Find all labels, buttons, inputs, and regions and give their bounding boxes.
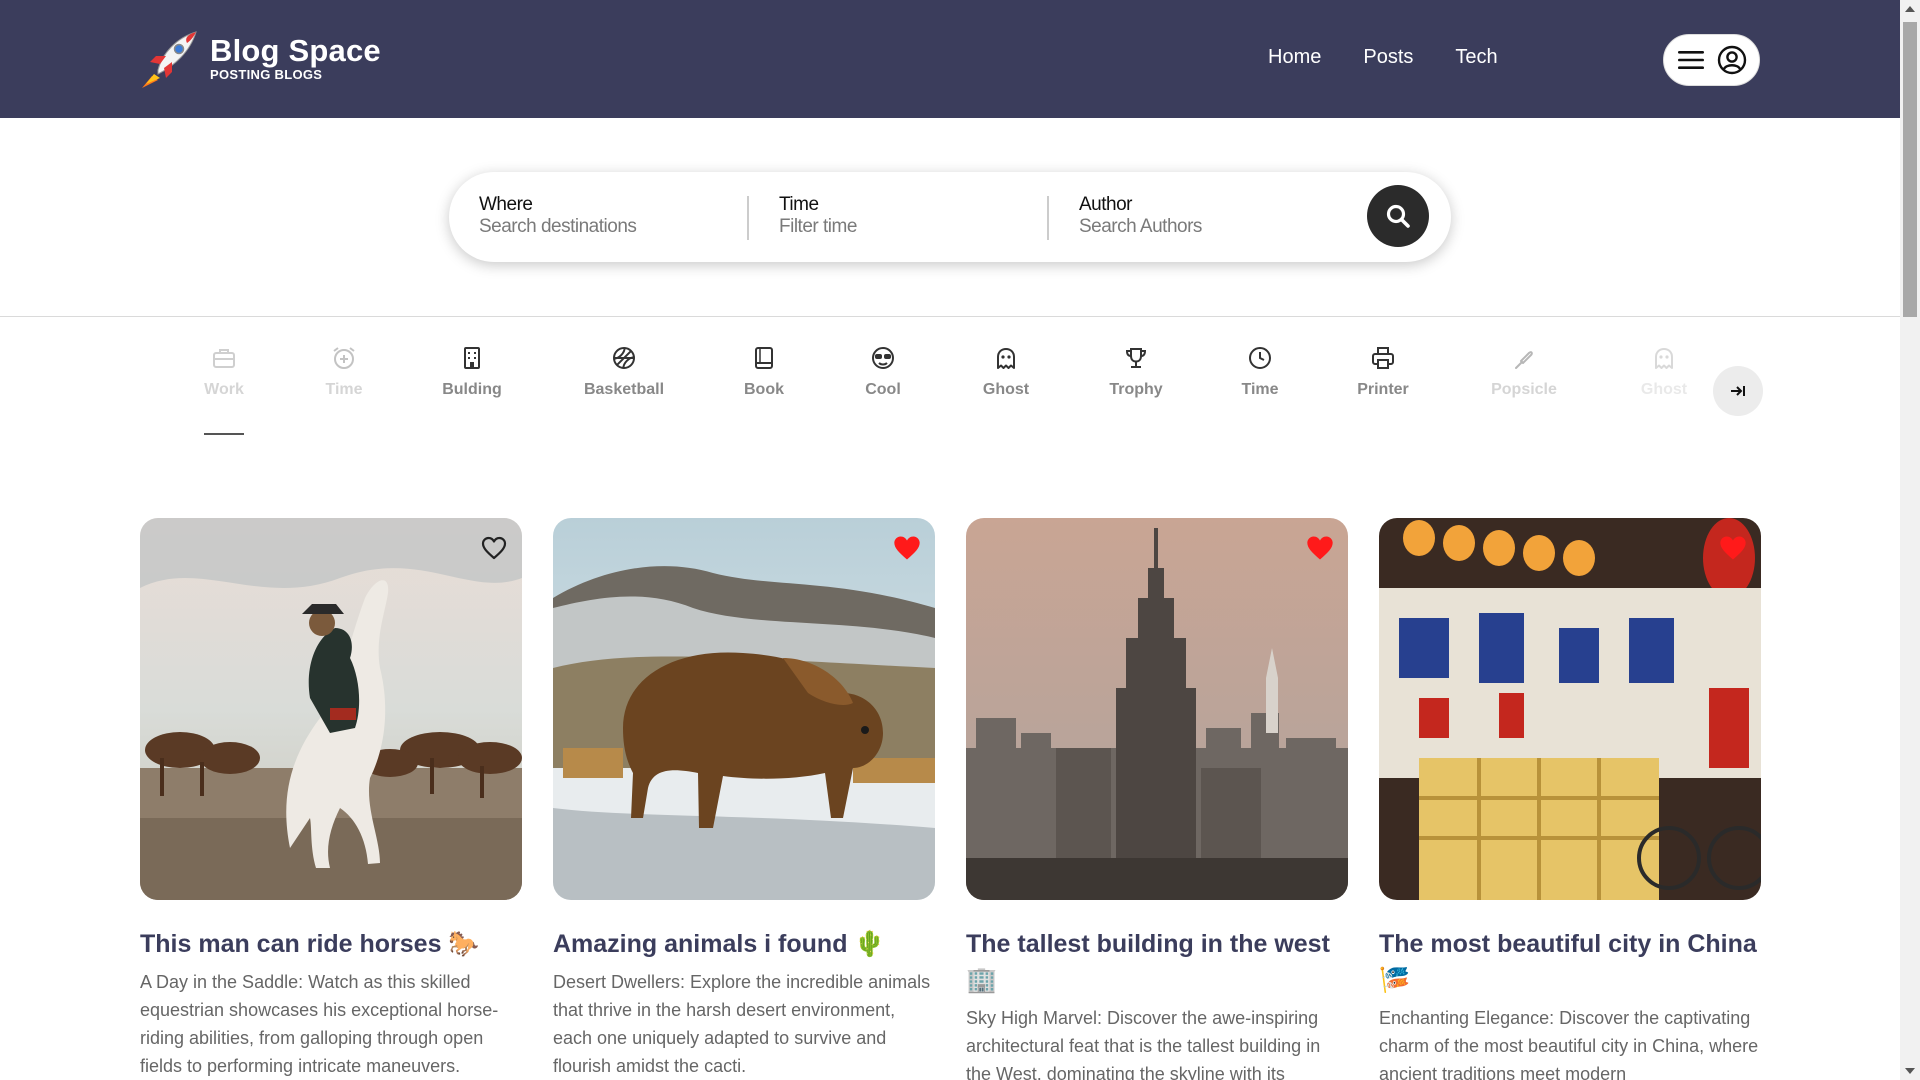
post-image-skyscraper[interactable]	[966, 518, 1348, 900]
scrollbar-thumb[interactable]	[1903, 22, 1917, 317]
favorite-toggle[interactable]	[891, 532, 923, 564]
category-work[interactable]: Work	[194, 345, 254, 399]
top-header: Blog Space POSTING BLOGS Home Posts Tech	[0, 0, 1900, 118]
category-building[interactable]: Bulding	[432, 345, 512, 399]
category-popsicle[interactable]: Popsicle	[1484, 345, 1564, 399]
favorite-toggle[interactable]	[1717, 532, 1749, 564]
post-card[interactable]: The most beautiful city in China 🎏 Encha…	[1379, 518, 1761, 1080]
page: Blog Space POSTING BLOGS Home Posts Tech	[0, 0, 1900, 1080]
post-title[interactable]: The most beautiful city in China 🎏	[1379, 926, 1761, 998]
search-divider	[747, 196, 749, 240]
briefcase-icon	[213, 349, 235, 368]
category-printer[interactable]: Printer	[1348, 345, 1418, 399]
search-button[interactable]	[1367, 185, 1429, 247]
scroll-up-icon[interactable]	[1905, 6, 1915, 12]
category-label: Time	[1241, 381, 1279, 398]
popsicle-icon	[1515, 351, 1533, 369]
categories-scroll-right-button[interactable]	[1713, 366, 1763, 416]
heart-filled-icon	[894, 536, 920, 560]
author-field[interactable]: Author	[1079, 194, 1339, 238]
alarm-clock-icon	[333, 347, 355, 369]
category-label: Ghost	[1640, 381, 1688, 398]
category-trophy[interactable]: Trophy	[1104, 345, 1168, 399]
category-label: Time	[325, 381, 363, 398]
rocket-icon	[142, 31, 197, 88]
post-image-horse-rider[interactable]	[140, 518, 522, 900]
search-bar: Where Time Author	[449, 172, 1451, 262]
user-menu-button[interactable]	[1663, 34, 1760, 86]
post-title[interactable]: The tallest building in the west 🏢	[966, 926, 1348, 998]
category-label: Work	[204, 381, 244, 398]
where-field[interactable]: Where	[479, 194, 739, 238]
post-image-city-market[interactable]	[1379, 518, 1761, 900]
building-icon	[464, 347, 480, 369]
author-label: Author	[1079, 194, 1132, 215]
category-label: Basketball	[583, 381, 665, 398]
main-nav: Home Posts Tech	[1268, 46, 1540, 69]
user-avatar-icon	[1717, 45, 1746, 75]
search-divider	[1047, 196, 1049, 240]
ghost-icon	[1655, 348, 1673, 369]
category-label: Bulding	[442, 381, 502, 398]
post-card[interactable]: Amazing animals i found 🌵 Desert Dweller…	[553, 518, 935, 1080]
category-time[interactable]: Time	[314, 345, 374, 399]
favorite-toggle[interactable]	[478, 532, 510, 564]
time-input[interactable]	[779, 216, 1039, 238]
basketball-icon	[613, 347, 635, 369]
brand-title: Blog Space	[210, 33, 381, 68]
printer-icon	[1372, 347, 1394, 369]
nav-posts-link[interactable]: Posts	[1363, 46, 1413, 69]
category-ghost-2[interactable]: Ghost	[1632, 345, 1696, 399]
post-title[interactable]: Amazing animals i found 🌵	[553, 926, 935, 962]
ghost-icon	[997, 348, 1015, 369]
book-icon	[755, 347, 773, 369]
post-card[interactable]: The tallest building in the west 🏢 Sky H…	[966, 518, 1348, 1080]
time-field[interactable]: Time	[779, 194, 1039, 238]
post-description: A Day in the Saddle: Watch as this skill…	[140, 972, 499, 1076]
post-description: Sky High Marvel: Discover the awe-inspir…	[966, 1008, 1321, 1080]
arrow-right-to-line-icon	[1731, 386, 1745, 396]
time-label: Time	[779, 194, 819, 215]
post-image-bison[interactable]	[553, 518, 935, 900]
category-label: Popsicle	[1491, 381, 1557, 398]
category-time-2[interactable]: Time	[1230, 345, 1290, 399]
category-book[interactable]: Book	[734, 345, 794, 399]
section-divider	[0, 316, 1900, 317]
post-description: Desert Dwellers: Explore the incredible …	[553, 972, 931, 1076]
clock-icon	[1249, 347, 1271, 369]
scroll-down-icon[interactable]	[1905, 1068, 1915, 1074]
nav-tech-link[interactable]: Tech	[1455, 46, 1497, 69]
heart-outline-icon	[481, 536, 507, 560]
category-basketball[interactable]: Basketball	[576, 345, 672, 399]
page-scrollbar[interactable]	[1900, 0, 1920, 1080]
where-input[interactable]	[479, 216, 739, 238]
post-description: Enchanting Elegance: Discover the captiv…	[1379, 1008, 1759, 1080]
trophy-icon	[1125, 348, 1147, 368]
nav-home-link[interactable]: Home	[1268, 46, 1321, 69]
post-card[interactable]: This man can ride horses 🐎 A Day in the …	[140, 518, 522, 1080]
brand-logo[interactable]: Blog Space POSTING BLOGS	[138, 26, 381, 90]
post-title[interactable]: This man can ride horses 🐎	[140, 926, 522, 962]
favorite-toggle[interactable]	[1304, 532, 1336, 564]
category-bar: Work Time Bulding Basketball Book Cool G…	[0, 345, 1900, 435]
heart-filled-icon	[1720, 536, 1746, 560]
category-label: Cool	[865, 381, 901, 398]
category-label: Trophy	[1109, 381, 1163, 398]
category-cool[interactable]: Cool	[853, 345, 913, 399]
search-icon	[1386, 204, 1410, 228]
brand-subtitle: POSTING BLOGS	[210, 67, 323, 82]
active-category-indicator	[204, 433, 244, 435]
category-label: Book	[744, 381, 784, 398]
category-label: Ghost	[982, 381, 1030, 398]
where-label: Where	[479, 194, 533, 215]
sunglasses-face-icon	[872, 347, 894, 369]
category-ghost[interactable]: Ghost	[974, 345, 1038, 399]
heart-filled-icon	[1307, 536, 1333, 560]
category-label: Printer	[1357, 381, 1409, 398]
author-input[interactable]	[1079, 216, 1339, 238]
hamburger-menu-icon	[1677, 51, 1704, 69]
